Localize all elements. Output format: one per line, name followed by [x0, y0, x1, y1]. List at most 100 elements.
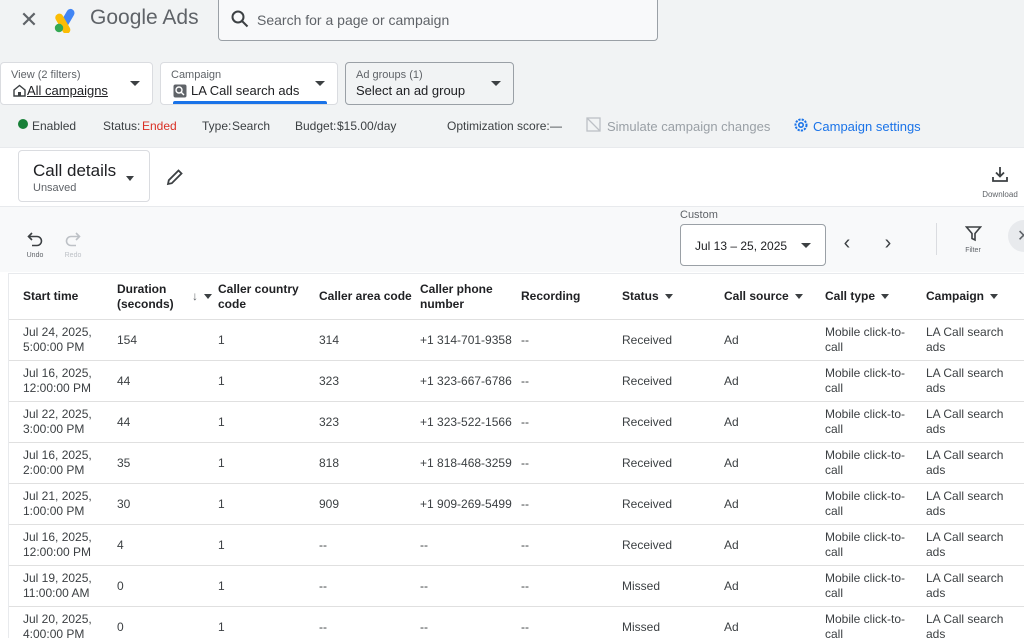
view-filter-dropdown[interactable]: View (2 filters) All campaigns: [0, 62, 153, 105]
enabled-status[interactable]: Enabled: [32, 119, 76, 133]
cell-text: Jul 19, 2025, 11:00:00 AM: [23, 571, 92, 600]
cell-caller-country-code: 1: [218, 361, 313, 401]
cell-start-time: Jul 22, 2025, 3:00:00 PM: [23, 402, 113, 442]
search-icon: [231, 10, 249, 28]
campaign-dropdown[interactable]: Campaign LA Call search ads: [160, 62, 338, 105]
column-header-campaign[interactable]: Campaign: [926, 274, 1024, 319]
cell-call-source: Ad: [724, 525, 819, 565]
cell-text: Missed: [622, 578, 661, 593]
cell-recording: --: [521, 566, 616, 606]
cell-caller-country-code: 1: [218, 402, 313, 442]
cell-caller-area-code: 314: [319, 320, 414, 360]
report-toolbar: Undo Redo Custom Jul 13 – 25, 2025 ‹ › F…: [0, 206, 1024, 272]
cell-start-time: Jul 20, 2025, 4:00:00 PM: [23, 607, 113, 638]
cell-text: 909: [319, 496, 340, 511]
budget-value: $15.00/day: [337, 119, 397, 133]
cell-campaign: LA Call search ads: [926, 566, 1024, 606]
ad-group-value: Select an ad group: [356, 83, 466, 98]
column-header-call-type[interactable]: Call type: [825, 274, 920, 319]
cell-text: Jul 16, 2025, 2:00:00 PM: [23, 448, 92, 477]
google-ads-logo: [54, 8, 75, 33]
chevron-down-icon: [794, 294, 803, 299]
cell-call-type: Mobile click-to-call: [825, 525, 920, 565]
undo-icon: [27, 232, 43, 247]
cell-text: Received: [622, 332, 673, 347]
cell-recording: --: [521, 402, 616, 442]
table-row: Jul 21, 2025, 1:00:00 PM 30 1 909 +1 909-269…: [9, 484, 1024, 525]
cell-call-type: Mobile click-to-call: [825, 320, 920, 360]
cell-recording: --: [521, 484, 616, 524]
cell-status: Received: [622, 443, 717, 483]
collapse-panel-button[interactable]: ✕: [1008, 220, 1024, 252]
redo-button[interactable]: Redo: [59, 229, 87, 259]
edit-pencil-icon[interactable]: [164, 166, 186, 188]
cell-caller-phone-number: +1 323-667-6786: [420, 361, 515, 401]
column-header-start-time[interactable]: Start time: [23, 274, 113, 319]
column-header-duration[interactable]: Duration (seconds) ↓: [117, 274, 212, 319]
cell-start-time: Jul 16, 2025, 12:00:00 PM: [23, 525, 113, 565]
chevron-down-icon: [801, 243, 811, 248]
cell-duration: 154: [117, 320, 212, 360]
cell-call-source: Ad: [724, 320, 819, 360]
column-header-caller-area-code[interactable]: Caller area code: [319, 274, 414, 319]
date-range-picker[interactable]: Jul 13 – 25, 2025: [680, 224, 826, 266]
date-range-value: Jul 13 – 25, 2025: [695, 239, 788, 253]
column-header-label: Call type: [825, 289, 876, 303]
campaign-status-bar: Enabled Status: Ended Type: Search Budge…: [0, 117, 1024, 134]
status-value: Ended: [142, 119, 177, 133]
report-selector[interactable]: Call details Unsaved: [18, 150, 150, 202]
column-header-status[interactable]: Status: [622, 274, 717, 319]
table-row: Jul 16, 2025, 12:00:00 PM 44 1 323 +1 323-66…: [9, 361, 1024, 402]
column-header-label: Caller phone number: [420, 281, 493, 311]
cell-caller-phone-number: +1 314-701-9358: [420, 320, 515, 360]
column-header-caller-country-code[interactable]: Caller country code: [218, 274, 313, 319]
cell-text: --: [521, 537, 529, 552]
cell-text: LA Call search ads: [926, 530, 1004, 559]
cell-caller-phone-number: +1 818-468-3259: [420, 443, 515, 483]
ad-group-dropdown[interactable]: Ad groups (1) Select an ad group: [345, 62, 514, 105]
cell-text: 1: [218, 578, 225, 593]
cell-recording: --: [521, 361, 616, 401]
cell-text: Mobile click-to-call: [825, 612, 906, 638]
cell-start-time: Jul 21, 2025, 1:00:00 PM: [23, 484, 113, 524]
cell-duration: 44: [117, 402, 212, 442]
divider: [936, 223, 937, 255]
cell-status: Received: [622, 320, 717, 360]
cell-text: Received: [622, 414, 673, 429]
view-filter-label: View (2 filters): [11, 69, 81, 81]
top-bar: ✕ Google Ads Search for a page or campai…: [0, 0, 1024, 44]
previous-period-button[interactable]: ‹: [836, 232, 858, 254]
next-period-button[interactable]: ›: [877, 232, 899, 254]
column-header-call-source[interactable]: Call source: [724, 274, 819, 319]
cell-text: 1: [218, 414, 225, 429]
undo-button[interactable]: Undo: [21, 229, 49, 259]
cell-text: Jul 21, 2025, 1:00:00 PM: [23, 489, 92, 518]
cell-caller-country-code: 1: [218, 566, 313, 606]
cell-text: Jul 16, 2025, 12:00:00 PM: [23, 366, 92, 395]
search-input[interactable]: Search for a page or campaign: [218, 0, 658, 41]
column-header-recording[interactable]: Recording: [521, 274, 616, 319]
cell-duration: 0: [117, 566, 212, 606]
column-header-label: Recording: [521, 289, 581, 303]
view-filter-value[interactable]: All campaigns: [11, 83, 108, 98]
cell-duration: 30: [117, 484, 212, 524]
brand-name: Google Ads: [90, 6, 199, 30]
column-header-label: Call source: [724, 289, 789, 303]
cell-text: --: [521, 373, 529, 388]
column-header-label: Caller country code: [218, 281, 299, 311]
cell-text: Ad: [724, 619, 739, 634]
column-header-caller-phone-number[interactable]: Caller phone number: [420, 274, 515, 319]
filter-button[interactable]: Filter: [958, 225, 988, 254]
close-icon[interactable]: ✕: [18, 8, 40, 32]
table-row: Jul 22, 2025, 3:00:00 PM 44 1 323 +1 323-522…: [9, 402, 1024, 443]
call-details-table: Start time Duration (seconds) ↓ Caller co…: [8, 273, 1024, 638]
download-button[interactable]: Download: [980, 164, 1020, 199]
cell-campaign: LA Call search ads: [926, 484, 1024, 524]
cell-text: 44: [117, 373, 131, 388]
cell-text: Jul 20, 2025, 4:00:00 PM: [23, 612, 92, 638]
gear-icon: [794, 118, 808, 132]
cell-text: LA Call search ads: [926, 571, 1004, 600]
campaign-settings-link[interactable]: Campaign settings: [813, 119, 921, 134]
cell-text: Ad: [724, 332, 739, 347]
campaign-value: LA Call search ads: [191, 83, 300, 98]
